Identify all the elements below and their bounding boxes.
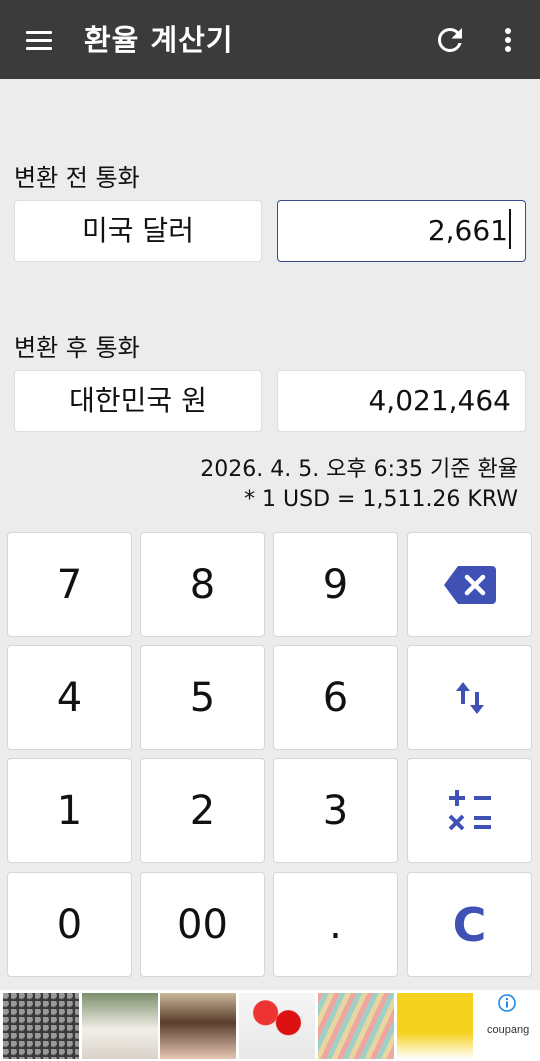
key-8[interactable]: 8 xyxy=(140,532,265,637)
swap-vert-icon xyxy=(455,681,484,714)
refresh-icon[interactable] xyxy=(432,22,468,58)
from-amount-input[interactable]: 2,661 xyxy=(277,200,526,262)
key-4[interactable]: 4 xyxy=(7,645,132,750)
key-0[interactable]: 0 xyxy=(7,872,132,977)
ad-image-people[interactable] xyxy=(160,993,236,1059)
ad-image-strips[interactable] xyxy=(318,993,394,1059)
key-1[interactable]: 1 xyxy=(7,758,132,863)
key-6[interactable]: 6 xyxy=(273,645,398,750)
key-7[interactable]: 7 xyxy=(7,532,132,637)
from-label: 변환 전 통화 xyxy=(14,164,140,192)
ad-info-icon[interactable] xyxy=(498,994,516,1012)
key-3[interactable]: 3 xyxy=(273,758,398,863)
rate-formula: * 1 USD = 1,511.26 KRW xyxy=(244,487,518,512)
ad-image-beads[interactable] xyxy=(3,993,79,1059)
key-5[interactable]: 5 xyxy=(140,645,265,750)
more-vert-icon[interactable] xyxy=(494,22,522,58)
app-bar: 환율 계산기 xyxy=(0,0,540,79)
ad-image-wedding[interactable] xyxy=(82,993,158,1059)
backspace-icon xyxy=(443,565,496,604)
to-amount-output[interactable]: 4,021,464 xyxy=(277,370,526,432)
clear-button[interactable]: C xyxy=(407,872,532,977)
key-00[interactable]: 00 xyxy=(140,872,265,977)
text-cursor xyxy=(509,209,511,249)
key-dot[interactable]: . xyxy=(273,872,398,977)
ad-image-balloons[interactable] xyxy=(239,993,315,1059)
from-currency-selector[interactable]: 미국 달러 xyxy=(14,200,262,262)
to-label: 변환 후 통화 xyxy=(14,334,140,362)
from-amount-value: 2,661 xyxy=(427,214,508,247)
ad-brand-logo: coupang xyxy=(487,1024,530,1036)
ad-banner[interactable]: coupang xyxy=(0,990,540,1061)
calculator-button[interactable] xyxy=(407,758,532,863)
key-2[interactable]: 2 xyxy=(140,758,265,863)
calculator-ops-icon xyxy=(448,789,491,830)
to-currency-selector[interactable]: 대한민국 원 xyxy=(14,370,262,432)
swap-button[interactable] xyxy=(407,645,532,750)
key-9[interactable]: 9 xyxy=(273,532,398,637)
rate-timestamp: 2026. 4. 5. 오후 6:35 기준 환율 xyxy=(200,457,518,482)
app-title: 환율 계산기 xyxy=(84,23,234,57)
ad-image-product-box[interactable] xyxy=(397,993,473,1059)
backspace-button[interactable] xyxy=(407,532,532,637)
menu-icon[interactable] xyxy=(22,24,56,56)
